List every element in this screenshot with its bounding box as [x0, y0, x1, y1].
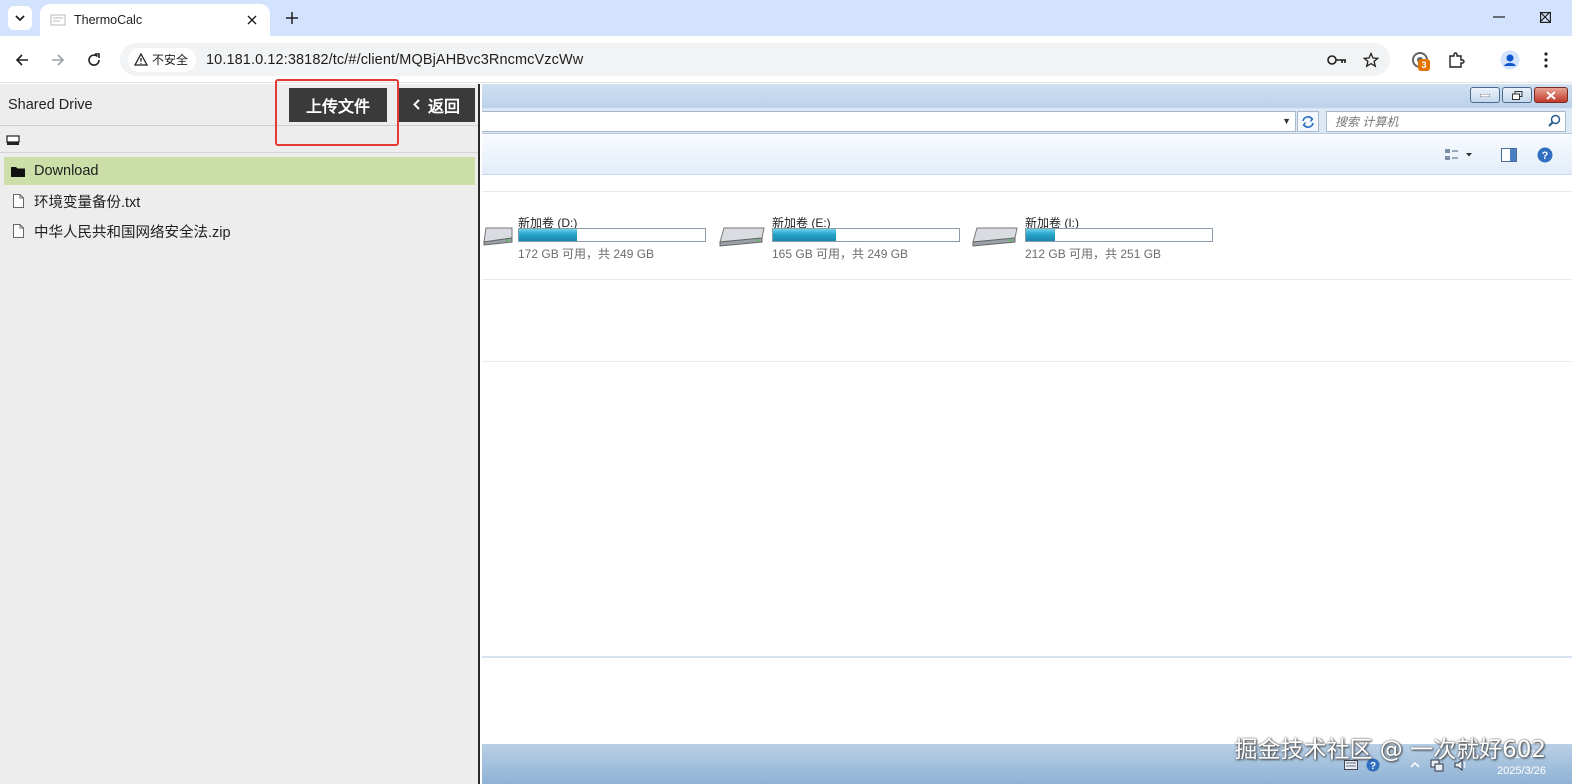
panel-title: Shared Drive [8, 97, 93, 113]
refresh-arrows-icon [1302, 115, 1314, 128]
back-panel-button[interactable]: 返回 [398, 88, 475, 122]
extension-button[interactable]: 3 [1406, 46, 1434, 74]
close-icon[interactable] [244, 12, 260, 28]
chevron-left-icon [413, 96, 420, 114]
drive-usage-fill [1026, 229, 1055, 241]
tab-title: ThermoCalc [74, 13, 143, 27]
view-options-icon[interactable] [1444, 147, 1474, 163]
plus-icon [286, 12, 298, 24]
drive-root-row[interactable] [0, 127, 478, 153]
drive-usage-fill [519, 229, 577, 241]
tab-search-button[interactable] [8, 6, 32, 30]
drive-usage-bar [518, 228, 706, 242]
browser-toolbar: 不安全 10.181.0.12:38182/tc/#/client/MQBjAH… [0, 36, 1572, 83]
arrow-right-icon [52, 54, 65, 66]
password-key-icon[interactable] [1324, 47, 1350, 73]
folder-icon [10, 163, 26, 179]
chevron-down-icon [15, 15, 25, 22]
remote-desktop[interactable]: ▼ 搜索 计算机 ? 新加卷 (D:) 172 GB 可用，共 249 GB 新 [482, 84, 1572, 784]
new-tab-button[interactable] [280, 6, 304, 30]
list-item[interactable]: 中华人民共和国网络安全法.zip [4, 217, 475, 245]
help-icon[interactable]: ? [1536, 147, 1554, 163]
file-icon [10, 193, 26, 209]
security-label: 不安全 [152, 53, 189, 67]
close-icon [1546, 90, 1556, 100]
file-name: Download [34, 163, 99, 179]
file-name: 中华人民共和国网络安全法.zip [34, 224, 231, 241]
divider [482, 191, 1572, 192]
close-window-button[interactable] [1522, 0, 1568, 34]
svg-text:?: ? [1542, 150, 1549, 162]
remote-close-button[interactable] [1534, 87, 1568, 103]
hard-drive-icon [483, 227, 513, 246]
warning-icon [134, 53, 148, 66]
search-icon[interactable] [1548, 114, 1561, 130]
browser-tabstrip: ThermoCalc [0, 0, 1572, 36]
restore-icon [1511, 90, 1522, 100]
back-label: 返回 [427, 97, 460, 116]
list-item[interactable]: Download [4, 157, 475, 185]
reload-button[interactable] [80, 46, 108, 74]
file-icon [10, 223, 26, 239]
minimize-icon [1480, 93, 1490, 97]
preview-pane-icon[interactable] [1500, 147, 1518, 163]
drive-space-info: 165 GB 可用，共 249 GB [772, 247, 909, 261]
hard-drive-icon [719, 227, 765, 247]
explorer-titlebar [482, 84, 1572, 108]
divider [482, 361, 1572, 362]
explorer-search-input[interactable]: 搜索 计算机 [1326, 111, 1566, 132]
minimize-button[interactable] [1476, 0, 1522, 34]
drive-space-info: 212 GB 可用，共 251 GB [1025, 247, 1162, 261]
bookmark-star-icon[interactable] [1358, 47, 1384, 73]
extension-badge: 3 [1418, 59, 1430, 71]
browser-tab[interactable]: ThermoCalc [40, 4, 270, 36]
watermark-text: 掘金技术社区 @ 一次就好602 [1234, 737, 1546, 763]
drive-icon [6, 134, 20, 145]
drive-usage-bar [1025, 228, 1213, 242]
kebab-menu-icon [1544, 52, 1548, 68]
explorer-command-bar: ? [482, 135, 1572, 175]
shared-drive-panel: Shared Drive 上传文件 返回 Download 环境变量备份.txt… [0, 79, 480, 784]
list-item[interactable]: 环境变量备份.txt [4, 187, 475, 215]
extensions-menu-button[interactable] [1442, 46, 1470, 74]
explorer-bottom-border [482, 656, 1572, 658]
refresh-button[interactable] [1297, 111, 1319, 132]
url-text[interactable]: 10.181.0.12:38182/tc/#/client/MQBjAHBvc3… [206, 52, 583, 68]
browser-menu-button[interactable] [1532, 46, 1560, 74]
divider [482, 279, 1572, 280]
close-icon [1539, 11, 1551, 23]
drive-usage-fill [773, 229, 837, 241]
clock-date: 2025/3/26 [1497, 765, 1546, 777]
search-placeholder: 搜索 计算机 [1335, 115, 1399, 129]
remote-restore-button[interactable] [1502, 87, 1532, 103]
reload-icon [88, 53, 100, 66]
arrow-left-icon [15, 54, 28, 66]
security-chip[interactable]: 不安全 [128, 47, 197, 72]
drive-space-info: 172 GB 可用，共 249 GB [518, 247, 655, 261]
puzzle-icon [1449, 52, 1465, 68]
forward-button[interactable] [44, 46, 72, 74]
address-bar[interactable]: 不安全 10.181.0.12:38182/tc/#/client/MQBjAH… [120, 43, 1390, 76]
remote-minimize-button[interactable] [1470, 87, 1500, 103]
minimize-icon [1493, 16, 1505, 18]
profile-button[interactable] [1496, 46, 1524, 74]
back-button[interactable] [8, 46, 36, 74]
panel-header: Shared Drive 上传文件 返回 [0, 79, 478, 146]
hard-drive-icon [972, 227, 1018, 247]
file-name: 环境变量备份.txt [34, 194, 141, 211]
dropdown-arrow-icon[interactable]: ▼ [1282, 116, 1291, 126]
explorer-address-row: ▼ 搜索 计算机 [482, 108, 1572, 134]
avatar-icon [1500, 50, 1520, 70]
explorer-address-field[interactable]: ▼ [482, 111, 1296, 132]
page-icon [50, 12, 66, 28]
drive-usage-bar [772, 228, 960, 242]
